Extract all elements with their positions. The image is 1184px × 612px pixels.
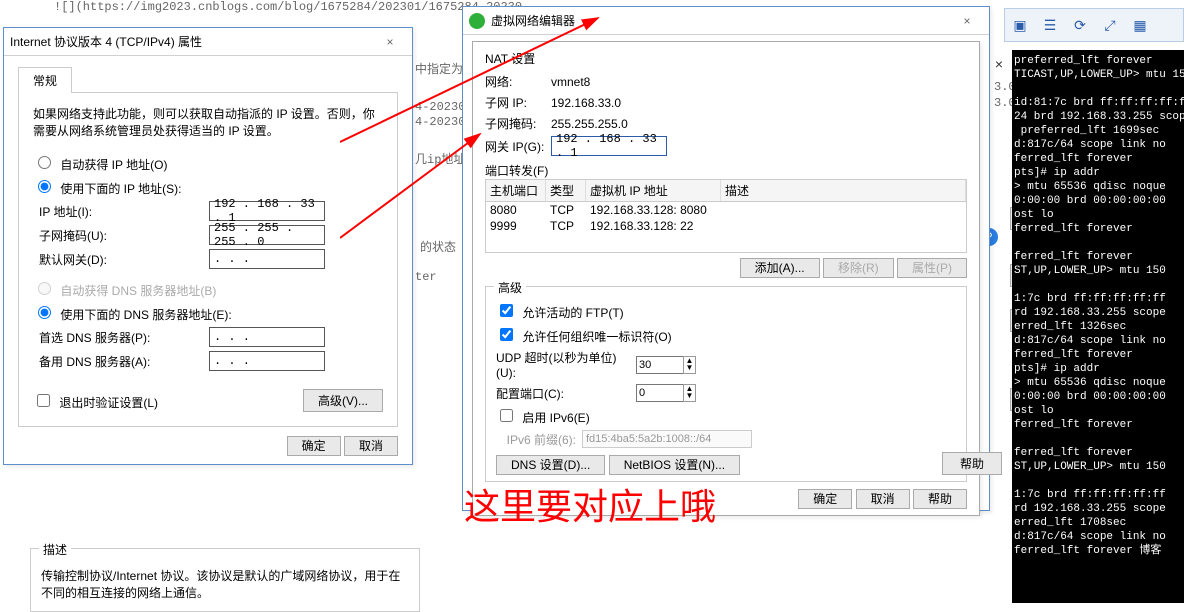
nat-ok-button[interactable]: 确定: [798, 489, 852, 509]
table-row[interactable]: 9999TCP192.168.33.128: 22: [486, 218, 966, 234]
label-dns1: 首选 DNS 服务器(P):: [39, 329, 209, 346]
toolbar-icon-5[interactable]: ▦: [1127, 12, 1153, 38]
col-vm-ip: 虚拟机 IP 地址: [586, 180, 721, 201]
toolbar-icon-3[interactable]: ⟳: [1067, 12, 1093, 38]
label-subnet-mask: 子网掩码:: [485, 115, 551, 132]
remove-button[interactable]: 移除(R): [823, 258, 894, 278]
mask-field[interactable]: 255 . 255 . 255 . 0: [209, 225, 325, 245]
toolbar-icon-2[interactable]: ☰: [1037, 12, 1063, 38]
dns2-field[interactable]: . . .: [209, 351, 325, 371]
vne-help-button[interactable]: 帮助: [942, 452, 1002, 475]
nat-help-button[interactable]: 帮助: [913, 489, 967, 509]
table-row[interactable]: 8080TCP192.168.33.128: 8080: [486, 202, 966, 218]
label-ipv6-prefix: IPv6 前缀(6):: [496, 431, 576, 448]
ipv4-desc: 如果网络支持此功能，则可以获取自动指派的 IP 设置。否则，你需要从网络系统管理…: [33, 105, 383, 139]
spinner-icon[interactable]: ▲▼: [683, 356, 696, 374]
spinner-icon[interactable]: ▲▼: [683, 384, 696, 402]
vne-icon: [469, 13, 485, 29]
cancel-button[interactable]: 取消: [344, 436, 398, 456]
label-port-forward: 端口转发(F): [485, 162, 967, 179]
toolbar-icon-1[interactable]: ▣: [1007, 12, 1033, 38]
udp-timeout-field[interactable]: [636, 356, 684, 374]
bg-text6: ter: [415, 270, 437, 284]
close-icon[interactable]: ×: [374, 35, 406, 49]
checkbox-ftp[interactable]: 允许活动的 FTP(T): [496, 301, 624, 321]
ip-field[interactable]: 192 . 168 . 33 . 1: [209, 201, 325, 221]
label-mask: 子网掩码(U):: [39, 227, 209, 244]
label-config-port: 配置端口(C):: [496, 385, 636, 402]
bg-text5: 的状态: [420, 238, 456, 255]
nat-title: NAT 设置: [485, 50, 967, 67]
dns-settings-button[interactable]: DNS 设置(D)...: [496, 455, 605, 475]
gateway-ip-field[interactable]: 192 . 168 . 33 . 1: [551, 136, 667, 156]
col-desc: 描述: [721, 180, 966, 201]
advanced-button[interactable]: 高级(V)...: [303, 389, 383, 412]
radio-use-dns[interactable]: 使用下面的 DNS 服务器地址(E):: [33, 303, 232, 323]
close-icon[interactable]: ×: [951, 14, 983, 28]
toolbar-icon-4[interactable]: ⤢: [1097, 12, 1123, 38]
annotation-text: 这里要对应上哦: [464, 478, 716, 530]
description-group: 描述 传输控制协议/Internet 协议。该协议是默认的广域网络协议，用于在不…: [30, 548, 420, 612]
properties-button[interactable]: 属性(P): [897, 258, 967, 278]
nat-dialog: NAT 设置 网络:vmnet8 子网 IP:192.168.33.0 子网掩码…: [472, 41, 980, 516]
bg-text2: 4-20230: [415, 100, 465, 114]
bg-text4: 几ip地址: [415, 150, 465, 167]
port-forward-table[interactable]: 主机端口 类型 虚拟机 IP 地址 描述 8080TCP192.168.33.1…: [485, 179, 967, 253]
label-subnet-ip: 子网 IP:: [485, 94, 551, 111]
label-ip: IP 地址(I):: [39, 203, 209, 220]
label-dns2: 备用 DNS 服务器(A):: [39, 353, 209, 370]
ok-button[interactable]: 确定: [287, 436, 341, 456]
label-gateway-ip: 网关 IP(G):: [485, 138, 551, 155]
description-text: 传输控制协议/Internet 协议。该协议是默认的广域网络协议，用于在不同的相…: [41, 567, 409, 601]
value-subnet-mask: 255.255.255.0: [551, 117, 628, 131]
toolbar-strip: ▣ ☰ ⟳ ⤢ ▦: [1004, 8, 1184, 42]
ipv6-prefix-field: [582, 430, 752, 448]
label-udp-timeout: UDP 超时(以秒为单位)(U):: [496, 349, 636, 380]
label-gateway: 默认网关(D):: [39, 251, 209, 268]
checkbox-ipv6[interactable]: 启用 IPv6(E): [496, 406, 590, 426]
value-network: vmnet8: [551, 75, 590, 89]
vne-title: 虚拟网络编辑器: [491, 12, 951, 29]
nat-cancel-button[interactable]: 取消: [856, 489, 910, 509]
add-button[interactable]: 添加(A)...: [740, 258, 820, 278]
config-port-field[interactable]: [636, 384, 684, 402]
label-network: 网络:: [485, 73, 551, 90]
checkbox-org-id[interactable]: 允许任何组织唯一标识符(O): [496, 325, 672, 345]
value-subnet-ip: 192.168.33.0: [551, 96, 621, 110]
ipv4-title: Internet 协议版本 4 (TCP/IPv4) 属性: [10, 33, 374, 50]
col-host-port: 主机端口: [486, 180, 546, 201]
group-advanced: 高级: [494, 279, 526, 296]
dns1-field[interactable]: . . .: [209, 327, 325, 347]
bg-text3: 4-20230: [415, 115, 465, 129]
radio-auto-ip[interactable]: 自动获得 IP 地址(O): [33, 153, 167, 173]
bg-url: ![](https://img2023.cnblogs.com/blog/167…: [54, 0, 522, 14]
terminal-output: preferred_lft forever TICAST,UP,LOWER_UP…: [1012, 50, 1184, 603]
vne-dialog: 虚拟网络编辑器 × NAT 设置 网络:vmnet8 子网 IP:192.168…: [462, 6, 990, 511]
netbios-settings-button[interactable]: NetBIOS 设置(N)...: [609, 455, 740, 475]
checkbox-validate-exit[interactable]: 退出时验证设置(L): [33, 391, 158, 411]
description-title: 描述: [39, 541, 71, 558]
radio-auto-dns: 自动获得 DNS 服务器地址(B): [33, 279, 216, 299]
ipv4-dialog: Internet 协议版本 4 (TCP/IPv4) 属性 × 常规 如果网络支…: [3, 27, 413, 465]
radio-use-ip[interactable]: 使用下面的 IP 地址(S):: [33, 177, 181, 197]
col-type: 类型: [546, 180, 586, 201]
gateway-field[interactable]: . . .: [209, 249, 325, 269]
tab-general[interactable]: 常规: [18, 67, 72, 93]
